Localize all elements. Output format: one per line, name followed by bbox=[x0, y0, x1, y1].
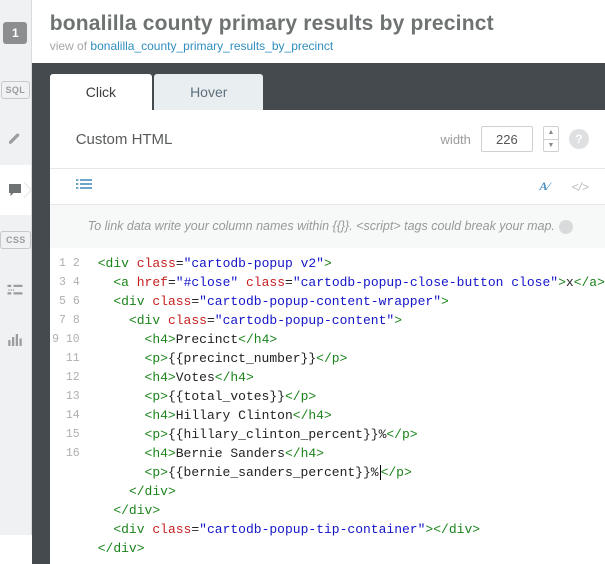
tabs: Click Hover bbox=[50, 74, 605, 110]
line-gutter: 1 2 3 4 5 6 7 8 9 10 11 12 13 14 15 16 bbox=[50, 248, 92, 564]
width-group: width ▲ ▼ ? bbox=[441, 126, 589, 152]
raw-html-icon[interactable]: </> bbox=[572, 180, 589, 194]
sidebar-item-css[interactable]: CSS bbox=[0, 215, 31, 265]
css-icon: CSS bbox=[0, 231, 31, 249]
editor-hint: To link data write your column names wit… bbox=[50, 205, 605, 248]
sidebar-item-layer[interactable]: 1 bbox=[0, 8, 31, 58]
bars-icon bbox=[6, 332, 24, 348]
options-row: Custom HTML width ▲ ▼ ? bbox=[50, 110, 605, 168]
view-table-link[interactable]: bonalilla_county_primary_results_by_prec… bbox=[90, 39, 333, 53]
width-label: width bbox=[441, 132, 471, 147]
legend-icon bbox=[6, 283, 24, 297]
sidebar-item-legends[interactable] bbox=[0, 265, 31, 315]
tab-hover[interactable]: Hover bbox=[154, 74, 263, 110]
header: bonalilla county primary results by prec… bbox=[32, 0, 605, 63]
width-stepper[interactable]: ▲ ▼ bbox=[543, 126, 559, 152]
brush-icon bbox=[6, 131, 24, 149]
code-body[interactable]: <div class="cartodb-popup v2"> <a href="… bbox=[92, 248, 605, 564]
page-title: bonalilla county primary results by prec… bbox=[50, 12, 593, 36]
sql-icon: SQL bbox=[1, 81, 31, 99]
page-subtitle: view of bonalilla_county_primary_results… bbox=[50, 39, 593, 53]
sidebar-item-wizard[interactable] bbox=[0, 115, 31, 165]
speech-bubble-icon bbox=[6, 181, 24, 199]
main: bonalilla county primary results by prec… bbox=[32, 0, 605, 535]
stepper-up-icon[interactable]: ▲ bbox=[544, 127, 558, 140]
columns-icon[interactable] bbox=[76, 177, 92, 196]
editor-toolbar: A⁄ </> bbox=[50, 168, 605, 205]
sidebar-item-sql[interactable]: SQL bbox=[0, 65, 31, 115]
font-size-icon[interactable]: A⁄ bbox=[540, 179, 550, 194]
panel-body: Custom HTML width ▲ ▼ ? bbox=[50, 110, 605, 564]
sidebar-item-infowindow[interactable] bbox=[0, 165, 31, 215]
width-input[interactable] bbox=[481, 126, 533, 152]
stepper-down-icon[interactable]: ▼ bbox=[544, 140, 558, 152]
sidebar: 1 SQL CSS bbox=[0, 0, 32, 535]
sidebar-item-filters[interactable] bbox=[0, 315, 31, 365]
infowindow-panel: Click Hover Custom HTML width ▲ ▼ ? bbox=[32, 63, 605, 564]
hint-dot-icon bbox=[559, 220, 573, 234]
tab-click[interactable]: Click bbox=[50, 74, 152, 110]
code-editor[interactable]: 1 2 3 4 5 6 7 8 9 10 11 12 13 14 15 16 <… bbox=[50, 248, 605, 564]
view-prefix: view of bbox=[50, 39, 87, 53]
help-icon[interactable]: ? bbox=[569, 129, 589, 149]
layer-number-badge: 1 bbox=[3, 22, 27, 44]
template-name: Custom HTML bbox=[76, 131, 173, 148]
